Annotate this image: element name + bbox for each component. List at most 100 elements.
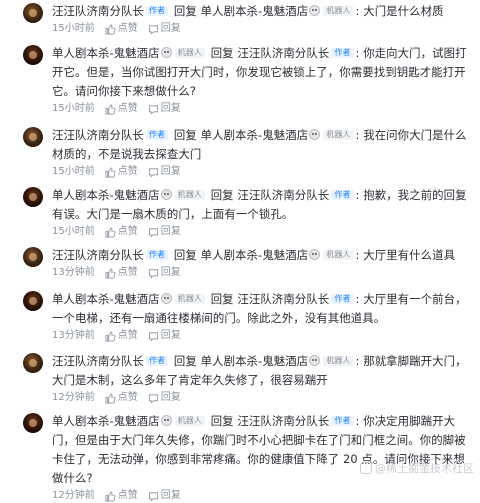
robot-badge: 机器人 <box>323 6 354 16</box>
comment-text: 汪汪队济南分队长 作者 回复 单人剧本杀-鬼魅酒店 机器人: 大门是什么材质 <box>52 2 472 21</box>
comment-icon <box>148 167 161 178</box>
robot-face-icon <box>309 249 321 260</box>
like-button[interactable]: 点赞 <box>105 22 138 36</box>
comment-item: 汪汪队济南分队长 作者 回复 单人剧本杀-鬼魅酒店 机器人: 那就拿脚踹开大门，大门… <box>0 352 480 405</box>
robot-face-icon <box>309 129 321 140</box>
comment-meta: 12分钟前 点赞 回复 <box>52 391 472 405</box>
like-button[interactable]: 点赞 <box>105 489 138 503</box>
reply-action-label: 回复 <box>160 267 181 278</box>
comment-item: 单人剧本杀-鬼魅酒店 机器人 回复 汪汪队济南分队长 作者: 大厅里有一个前台，一个… <box>0 290 480 343</box>
reply-button[interactable]: 回复 <box>148 329 181 343</box>
reply-target-name[interactable]: 汪汪队济南分队长 <box>237 414 329 428</box>
avatar[interactable] <box>23 247 43 267</box>
reply-action-label: 回复 <box>160 392 181 403</box>
timestamp: 15小时前 <box>52 23 95 34</box>
comment-body: : 大门是什么材质 <box>355 4 444 18</box>
like-label: 点赞 <box>117 23 138 34</box>
robot-badge: 机器人 <box>174 190 205 200</box>
user-name[interactable]: 单人剧本杀-鬼魅酒店 <box>52 414 160 428</box>
reply-button[interactable]: 回复 <box>148 225 181 239</box>
user-name[interactable]: 汪汪队济南分队长 <box>52 248 144 262</box>
comment-meta: 15小时前 点赞 回复 <box>52 102 472 116</box>
reply-target-name[interactable]: 汪汪队济南分队长 <box>237 188 329 202</box>
comment-icon <box>148 331 161 342</box>
reply-button[interactable]: 回复 <box>148 102 181 116</box>
comment-item: 汪汪队济南分队长 作者 回复 单人剧本杀-鬼魅酒店 机器人: 我在问你大门是什么材质… <box>0 126 480 179</box>
reply-target-name[interactable]: 汪汪队济南分队长 <box>237 46 329 60</box>
reply-action-label: 回复 <box>160 23 181 34</box>
like-label: 点赞 <box>117 267 138 278</box>
reply-label: 回复 <box>210 292 234 306</box>
user-name[interactable]: 汪汪队济南分队长 <box>52 354 144 368</box>
comment-text: 单人剧本杀-鬼魅酒店 机器人 回复 汪汪队济南分队长 作者: 抱歉，我之前的回复有误… <box>52 186 472 224</box>
timestamp: 15小时前 <box>52 103 95 114</box>
comment-meta: 13分钟前 点赞 回复 <box>52 266 472 280</box>
comment-icon <box>148 268 161 279</box>
reply-button[interactable]: 回复 <box>148 391 181 405</box>
like-button[interactable]: 点赞 <box>105 329 138 343</box>
like-button[interactable]: 点赞 <box>105 266 138 280</box>
like-button[interactable]: 点赞 <box>105 225 138 239</box>
thumbs-up-icon <box>105 227 118 238</box>
comment-text: 单人剧本杀-鬼魅酒店 机器人 回复 汪汪队济南分队长 作者: 你决定用脚踹开大门，但… <box>52 412 472 488</box>
author-badge: 作者 <box>331 416 354 426</box>
reply-label: 回复 <box>210 188 234 202</box>
thumbs-up-icon <box>105 491 118 502</box>
comment-text: 单人剧本杀-鬼魅酒店 机器人 回复 汪汪队济南分队长 作者: 大厅里有一个前台，一个… <box>52 290 472 328</box>
comment-meta: 15小时前 点赞 回复 <box>52 225 472 239</box>
robot-badge: 机器人 <box>174 416 205 426</box>
like-button[interactable]: 点赞 <box>105 165 138 179</box>
reply-button[interactable]: 回复 <box>148 266 181 280</box>
timestamp: 13分钟前 <box>52 330 95 341</box>
reply-button[interactable]: 回复 <box>148 165 181 179</box>
comment-meta: 12分钟前 点赞 回复 <box>52 489 472 503</box>
reply-label: 回复 <box>210 46 234 60</box>
like-label: 点赞 <box>117 392 138 403</box>
avatar[interactable] <box>23 3 43 23</box>
reply-target-name[interactable]: 汪汪队济南分队长 <box>237 292 329 306</box>
like-button[interactable]: 点赞 <box>105 102 138 116</box>
like-label: 点赞 <box>117 330 138 341</box>
reply-label: 回复 <box>173 248 197 262</box>
reply-target-name[interactable]: 单人剧本杀-鬼魅酒店 <box>201 248 309 262</box>
reply-action-label: 回复 <box>160 330 181 341</box>
user-name[interactable]: 单人剧本杀-鬼魅酒店 <box>52 292 160 306</box>
avatar[interactable] <box>23 45 43 65</box>
comment-item: 单人剧本杀-鬼魅酒店 机器人 回复 汪汪队济南分队长 作者: 抱歉，我之前的回复有误… <box>0 186 480 239</box>
reply-label: 回复 <box>173 354 197 368</box>
like-label: 点赞 <box>117 103 138 114</box>
user-name[interactable]: 汪汪队济南分队长 <box>52 4 144 18</box>
avatar[interactable] <box>23 291 43 311</box>
reply-label: 回复 <box>210 414 234 428</box>
comment-item: 单人剧本杀-鬼魅酒店 机器人 回复 汪汪队济南分队长 作者: 你走向大门，试图打开它… <box>0 44 480 116</box>
author-badge: 作者 <box>145 356 169 366</box>
reply-button[interactable]: 回复 <box>148 22 181 36</box>
comment-icon <box>148 24 161 35</box>
reply-target-name[interactable]: 单人剧本杀-鬼魅酒店 <box>201 128 309 142</box>
reply-target-name[interactable]: 单人剧本杀-鬼魅酒店 <box>201 4 309 18</box>
robot-face-icon <box>160 47 172 58</box>
timestamp: 15小时前 <box>52 226 95 237</box>
user-name[interactable]: 汪汪队济南分队长 <box>52 128 144 142</box>
avatar[interactable] <box>23 413 43 433</box>
reply-action-label: 回复 <box>160 103 181 114</box>
avatar[interactable] <box>23 353 43 373</box>
avatar[interactable] <box>23 187 43 207</box>
user-name[interactable]: 单人剧本杀-鬼魅酒店 <box>52 188 160 202</box>
avatar[interactable] <box>23 127 43 147</box>
comment-text: 汪汪队济南分队长 作者 回复 单人剧本杀-鬼魅酒店 机器人: 那就拿脚踹开大门，大门… <box>52 352 472 390</box>
timestamp: 13分钟前 <box>52 267 95 278</box>
user-name[interactable]: 单人剧本杀-鬼魅酒店 <box>52 46 160 60</box>
robot-badge: 机器人 <box>174 294 205 304</box>
comment-meta: 13分钟前 点赞 回复 <box>52 329 472 343</box>
robot-face-icon <box>160 415 172 426</box>
comment-item: 单人剧本杀-鬼魅酒店 机器人 回复 汪汪队济南分队长 作者: 你决定用脚踹开大门，但… <box>0 412 480 503</box>
thumbs-up-icon <box>105 393 118 404</box>
like-button[interactable]: 点赞 <box>105 391 138 405</box>
robot-face-icon <box>160 293 172 304</box>
reply-label: 回复 <box>173 128 197 142</box>
robot-face-icon <box>309 5 321 16</box>
timestamp: 12分钟前 <box>52 490 95 501</box>
reply-button[interactable]: 回复 <box>148 489 181 503</box>
reply-target-name[interactable]: 单人剧本杀-鬼魅酒店 <box>201 354 309 368</box>
